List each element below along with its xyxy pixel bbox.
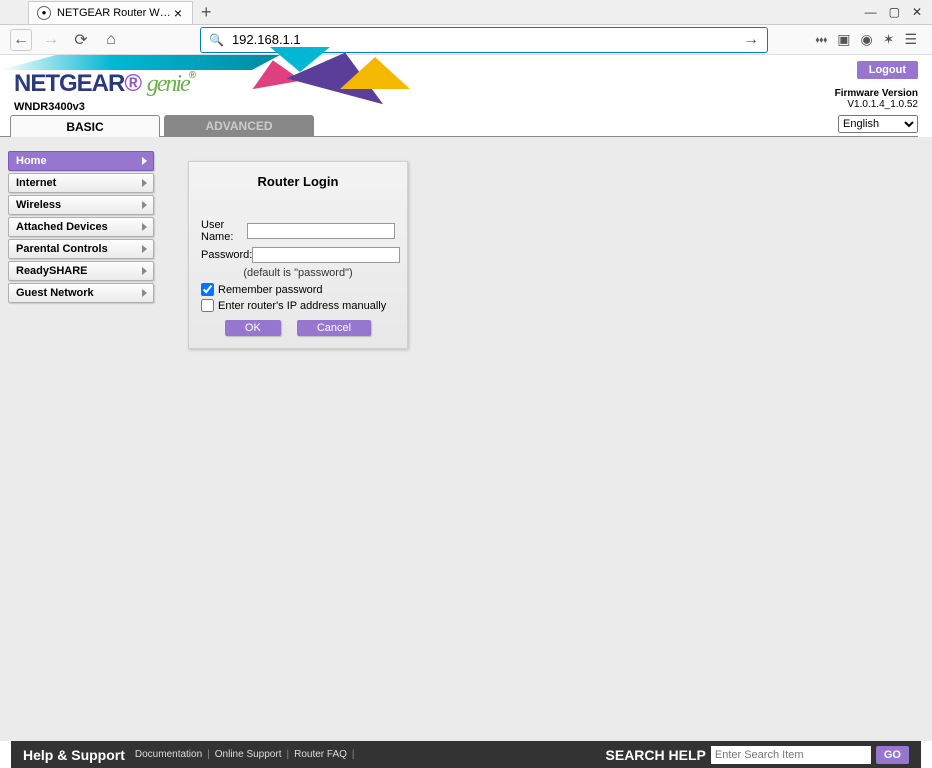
sidebar-item-attached-devices[interactable]: Attached Devices xyxy=(8,217,154,237)
chevron-right-icon xyxy=(142,201,147,209)
username-label: User Name: xyxy=(201,219,247,243)
chevron-right-icon xyxy=(142,223,147,231)
search-help-input[interactable] xyxy=(711,746,871,764)
menu-icon[interactable]: ☰ xyxy=(904,31,917,48)
chevron-right-icon xyxy=(142,157,147,165)
chevron-right-icon xyxy=(142,179,147,187)
extension-icon[interactable]: ✶ xyxy=(883,31,895,48)
browser-tab-bar: ● NETGEAR Router WNDR34… × + — ▢ ✕ xyxy=(0,0,932,25)
footer-documentation-link[interactable]: Documentation xyxy=(135,749,202,760)
remember-label: Remember password xyxy=(218,284,323,296)
sidebar-nav: Home Internet Wireless Attached Devices … xyxy=(8,151,154,305)
login-title: Router Login xyxy=(201,174,395,189)
sidebar-icon[interactable]: ▣ xyxy=(837,31,850,48)
close-tab-icon[interactable]: × xyxy=(172,5,184,21)
new-tab-button[interactable]: + xyxy=(201,2,212,23)
chevron-right-icon xyxy=(142,245,147,253)
back-button[interactable]: ← xyxy=(10,29,32,51)
manual-ip-label: Enter router's IP address manually xyxy=(218,300,386,312)
go-arrow-icon[interactable]: → xyxy=(743,31,759,49)
sidebar-item-readyshare[interactable]: ReadySHARE xyxy=(8,261,154,281)
logout-button[interactable]: Logout xyxy=(857,61,918,79)
password-input[interactable] xyxy=(252,247,400,263)
chevron-right-icon xyxy=(142,267,147,275)
search-help-label: SEARCH HELP xyxy=(606,747,706,763)
browser-tab[interactable]: ● NETGEAR Router WNDR34… × xyxy=(28,1,193,24)
netgear-logo: NETGEAR® genie® xyxy=(14,70,195,98)
manual-ip-checkbox[interactable] xyxy=(201,299,214,312)
footer-support-link[interactable]: Online Support xyxy=(215,749,282,760)
tab-advanced[interactable]: ADVANCED xyxy=(164,115,314,137)
sidebar-item-internet[interactable]: Internet xyxy=(8,173,154,193)
footer-title: Help & Support xyxy=(23,747,125,763)
ok-button[interactable]: OK xyxy=(225,320,281,336)
shield-icon[interactable]: ◉ xyxy=(860,31,872,48)
maximize-icon[interactable]: ▢ xyxy=(889,5,900,19)
tab-title: NETGEAR Router WNDR34… xyxy=(57,7,172,19)
sidebar-item-parental-controls[interactable]: Parental Controls xyxy=(8,239,154,259)
login-panel: Router Login User Name: Password: (defau… xyxy=(188,161,408,349)
tab-basic[interactable]: BASIC xyxy=(10,115,160,137)
cancel-button[interactable]: Cancel xyxy=(297,320,371,336)
remember-checkbox[interactable] xyxy=(201,283,214,296)
password-hint: (default is "password") xyxy=(201,267,395,279)
browser-toolbar: ← → ⟳ ⌂ 🔍 → ⬪⬪⬪ ▣ ◉ ✶ ☰ xyxy=(0,25,932,55)
go-button[interactable]: GO xyxy=(876,746,909,764)
footer-faq-link[interactable]: Router FAQ xyxy=(294,749,347,760)
forward-button[interactable]: → xyxy=(40,29,62,51)
close-window-icon[interactable]: ✕ xyxy=(912,5,922,19)
model-label: WNDR3400v3 xyxy=(14,101,85,113)
language-select[interactable]: English xyxy=(838,115,918,133)
chevron-right-icon xyxy=(142,289,147,297)
home-button[interactable]: ⌂ xyxy=(100,29,122,51)
header-decoration xyxy=(0,55,280,70)
library-icon[interactable]: ⬪⬪⬪ xyxy=(815,31,827,48)
sidebar-item-guest-network[interactable]: Guest Network xyxy=(8,283,154,303)
reload-button[interactable]: ⟳ xyxy=(70,29,92,51)
tab-favicon-icon: ● xyxy=(37,6,51,20)
firmware-info: Firmware Version V1.0.1.4_1.0.52 xyxy=(835,88,918,110)
header-graphic xyxy=(250,55,420,95)
search-icon: 🔍 xyxy=(209,33,224,47)
footer: Help & Support Documentation | Online Su… xyxy=(11,741,921,768)
minimize-icon[interactable]: — xyxy=(865,5,877,19)
sidebar-item-wireless[interactable]: Wireless xyxy=(8,195,154,215)
password-label: Password: xyxy=(201,249,252,261)
username-input[interactable] xyxy=(247,223,395,239)
sidebar-item-home[interactable]: Home xyxy=(8,151,154,171)
